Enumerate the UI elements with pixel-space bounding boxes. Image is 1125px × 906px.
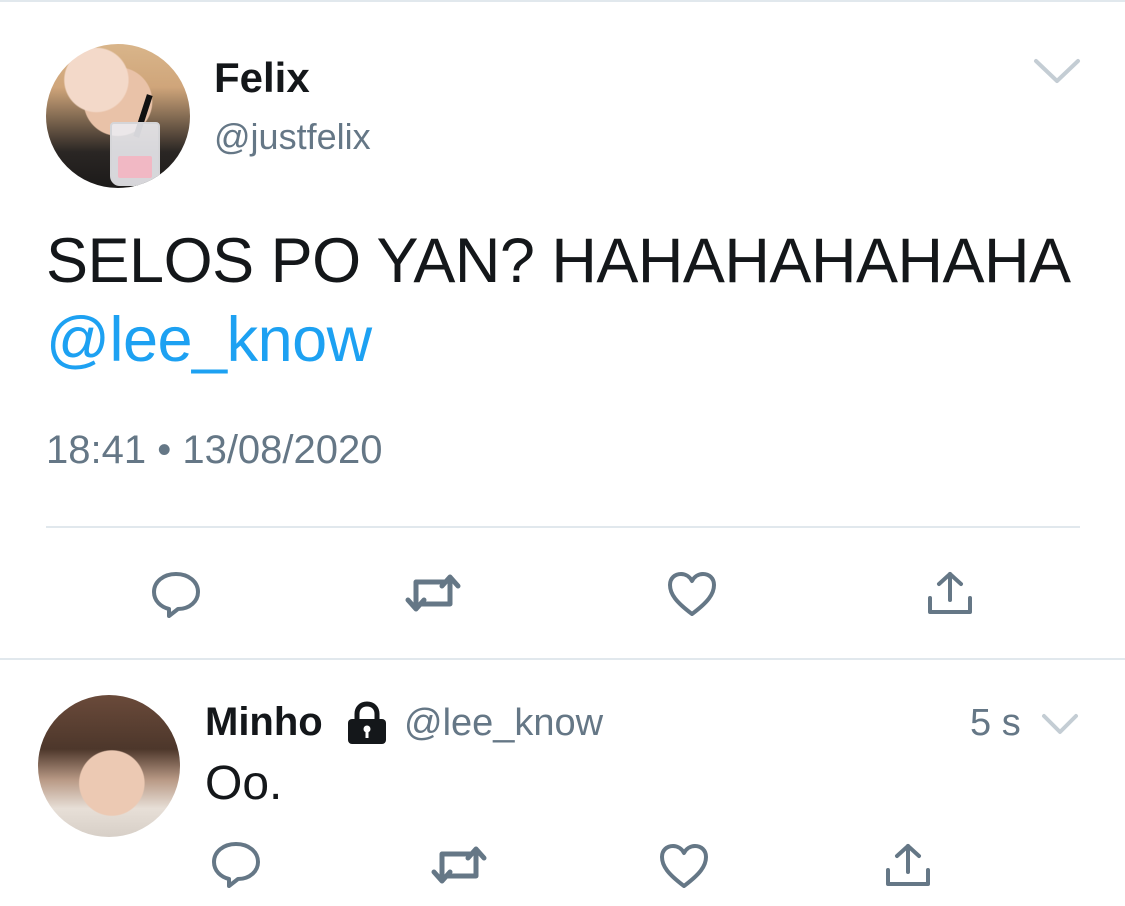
tweet-text: SELOS PO YAN? HAHAHAHAHAHA @lee_know bbox=[46, 222, 1086, 380]
tweet-timestamp[interactable]: 18:41 • 13/08/2020 bbox=[46, 428, 383, 473]
author-name[interactable]: Felix bbox=[214, 54, 310, 102]
reply-icon[interactable] bbox=[150, 570, 202, 620]
chevron-down-icon[interactable] bbox=[1040, 711, 1080, 737]
share-icon[interactable] bbox=[884, 842, 932, 888]
author-handle[interactable]: @justfelix bbox=[214, 116, 371, 158]
reply-time: 5 s bbox=[970, 702, 1021, 744]
like-icon[interactable] bbox=[666, 570, 718, 618]
share-icon[interactable] bbox=[926, 570, 974, 616]
reply-author-handle[interactable]: @lee_know bbox=[404, 702, 603, 745]
divider bbox=[0, 0, 1125, 2]
retweet-icon[interactable] bbox=[404, 570, 462, 616]
mention-link[interactable]: @lee_know bbox=[46, 301, 1086, 380]
chevron-down-icon[interactable] bbox=[1032, 56, 1082, 86]
retweet-icon[interactable] bbox=[430, 842, 488, 888]
divider bbox=[0, 658, 1125, 660]
like-icon[interactable] bbox=[658, 842, 710, 890]
avatar-detail bbox=[110, 122, 160, 186]
avatar-minho[interactable] bbox=[38, 695, 180, 837]
tweet-detail-screen: Felix @justfelix SELOS PO YAN? HAHAHAHAH… bbox=[0, 0, 1125, 906]
divider bbox=[46, 526, 1080, 528]
reply-author-name[interactable]: Minho bbox=[205, 700, 323, 745]
lock-icon bbox=[344, 700, 390, 746]
reply-icon[interactable] bbox=[210, 840, 262, 890]
reply-text: Oo. bbox=[205, 757, 283, 810]
tweet-text-line: SELOS PO YAN? HAHAHAHAHAHA bbox=[46, 226, 1071, 296]
avatar-felix[interactable] bbox=[46, 44, 190, 188]
